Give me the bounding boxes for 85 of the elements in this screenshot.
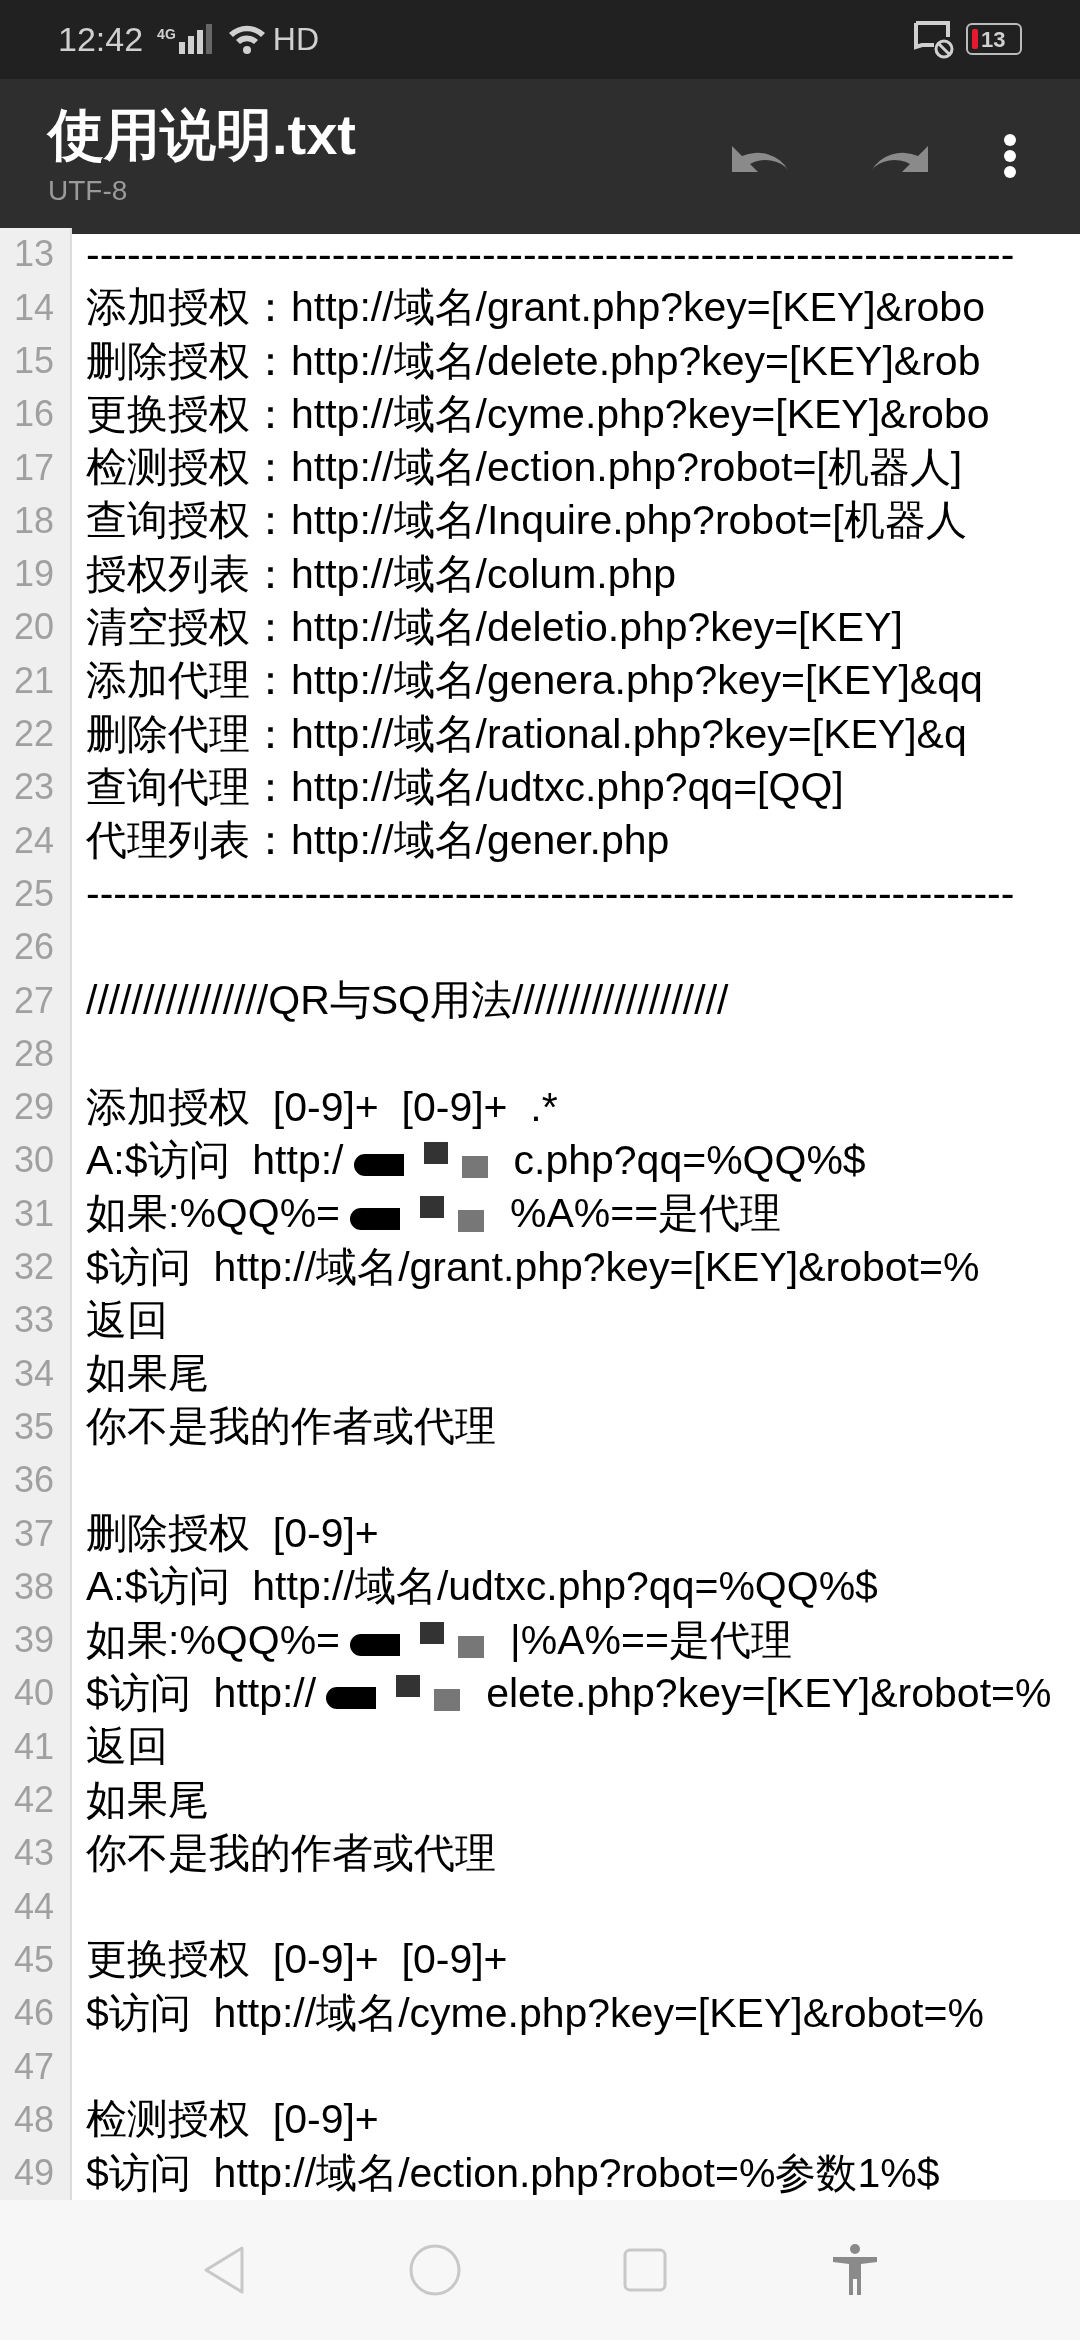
line-number: 46 bbox=[14, 1995, 55, 2032]
line-number: 20 bbox=[14, 609, 55, 646]
line-number: 38 bbox=[14, 1568, 55, 1605]
code-text: 如果:%QQ%= bbox=[86, 1619, 341, 1661]
code-line: 代理列表：http://域名/gener.php bbox=[86, 820, 670, 862]
code-line: 删除授权：http://域名/delete.php?key=[KEY]&rob bbox=[86, 340, 981, 382]
accessibility-icon bbox=[831, 2242, 879, 2297]
line-number: 16 bbox=[14, 396, 55, 433]
line-number: 18 bbox=[14, 502, 55, 539]
line-number: 14 bbox=[14, 289, 55, 326]
notification-off-icon bbox=[912, 19, 956, 60]
code-line: 如果尾 bbox=[86, 1353, 209, 1395]
signal-icon bbox=[178, 24, 215, 55]
code-line: 更换授权：http://域名/cyme.php?key=[KEY]&robo bbox=[86, 393, 990, 435]
line-number: 36 bbox=[14, 1462, 55, 1499]
line-number: 27 bbox=[14, 982, 55, 1019]
line-number: 23 bbox=[14, 769, 55, 806]
line-number: 47 bbox=[14, 2048, 55, 2085]
code-text: elete.php?key=[KEY]&robot=% bbox=[486, 1672, 1052, 1714]
code-line: A:$访问 http://域名/udtxc.php?qq=%QQ%$ bbox=[86, 1566, 878, 1608]
code-line: 返回 bbox=[86, 1299, 168, 1341]
network-type: 4G bbox=[157, 25, 176, 45]
code-text: |%A%==是代理 bbox=[510, 1619, 792, 1661]
line-number: 31 bbox=[14, 1195, 55, 1232]
code-text: A:$访问 http:/ bbox=[86, 1139, 344, 1181]
code-line: -------------------------------------------------------------------- bbox=[86, 233, 1015, 275]
line-number: 33 bbox=[14, 1302, 55, 1339]
code-line: -------------------------------------------------------------------- bbox=[86, 873, 1015, 915]
code-line: 添加授权 [0-9]+ [0-9]+ .* bbox=[86, 1086, 558, 1128]
code-line: 删除代理：http://域名/rational.php?key=[KEY]&q bbox=[86, 713, 967, 755]
line-number: 42 bbox=[14, 1782, 55, 1818]
line-number: 44 bbox=[14, 1888, 55, 1925]
line-number: 26 bbox=[14, 929, 55, 966]
code-line: 如果尾 bbox=[86, 1779, 209, 1821]
code-line: 返回 bbox=[86, 1726, 168, 1768]
line-number: 34 bbox=[14, 1355, 55, 1392]
code-text: 如果:%QQ%= bbox=[86, 1193, 341, 1235]
line-number: 43 bbox=[14, 1835, 55, 1872]
code-line: 查询授权：http://域名/Inquire.php?robot=[机器人 bbox=[86, 500, 967, 542]
line-number: 30 bbox=[14, 1142, 55, 1179]
code-line: $访问 http://域名/cyme.php?key=[KEY]&robot=% bbox=[86, 1992, 984, 2034]
battery-indicator: 13 bbox=[966, 23, 1022, 56]
hd-indicator: HD bbox=[272, 20, 319, 60]
line-number: 32 bbox=[14, 1249, 55, 1286]
line-number: 45 bbox=[14, 1941, 55, 1978]
code-line: 你不是我的作者或代理 bbox=[86, 1832, 496, 1874]
code-line: $访问 http://域名/ection.php?robot=%参数1%$ bbox=[86, 2152, 940, 2194]
code-line: ////////////////QR与SQ用法/////////////////// bbox=[86, 980, 729, 1022]
encoding-label: UTF-8 bbox=[48, 174, 129, 209]
code-line: 更换授权 [0-9]+ [0-9]+ bbox=[86, 1939, 508, 1981]
code-line: 删除授权 [0-9]+ bbox=[86, 1513, 379, 1555]
line-number: 25 bbox=[14, 875, 55, 912]
home-icon bbox=[408, 2242, 462, 2297]
line-number: 41 bbox=[14, 1728, 55, 1765]
code-line: 添加授权：http://域名/grant.php?key=[KEY]&robo bbox=[86, 287, 985, 329]
code-line: $访问 http://域名/grant.php?key=[KEY]&robot=% bbox=[86, 1246, 980, 1288]
code-text: c.php?qq=%QQ%$ bbox=[513, 1139, 866, 1181]
line-number: 37 bbox=[14, 1515, 55, 1552]
code-line: 查询代理：http://域名/udtxc.php?qq=[QQ] bbox=[86, 766, 844, 808]
line-number: 22 bbox=[14, 716, 55, 753]
line-number: 48 bbox=[14, 2101, 55, 2138]
code-line: 你不是我的作者或代理 bbox=[86, 1406, 496, 1448]
clock: 12:42 bbox=[58, 18, 144, 60]
code-line: 检测授权：http://域名/ection.php?robot=[机器人] bbox=[86, 447, 963, 489]
line-number: 24 bbox=[14, 822, 55, 859]
more-icon bbox=[1003, 133, 1017, 180]
code-text: %A%==是代理 bbox=[510, 1193, 782, 1235]
recents-icon bbox=[622, 2246, 668, 2293]
code-line: 检测授权 [0-9]+ bbox=[86, 2099, 379, 2141]
line-number: 29 bbox=[14, 1089, 55, 1126]
code-text: $访问 http:// bbox=[86, 1672, 317, 1714]
line-number: 35 bbox=[14, 1408, 55, 1445]
line-number: 13 bbox=[14, 236, 55, 273]
line-number: 15 bbox=[14, 343, 55, 379]
code-line: 添加代理：http://域名/genera.php?key=[KEY]&qq bbox=[86, 660, 983, 702]
line-number: 28 bbox=[14, 1035, 55, 1072]
line-number: 49 bbox=[14, 2155, 55, 2192]
line-number: 21 bbox=[14, 662, 55, 699]
code-line: 授权列表：http://域名/colum.php bbox=[86, 553, 677, 595]
line-number: 40 bbox=[14, 1675, 55, 1712]
line-number: 39 bbox=[14, 1622, 55, 1659]
code-line: 清空授权：http://域名/deletio.php?key=[KEY] bbox=[86, 607, 903, 648]
file-title: 使用说明.txt bbox=[48, 102, 356, 169]
line-number: 17 bbox=[14, 449, 55, 486]
line-number: 19 bbox=[14, 556, 55, 593]
